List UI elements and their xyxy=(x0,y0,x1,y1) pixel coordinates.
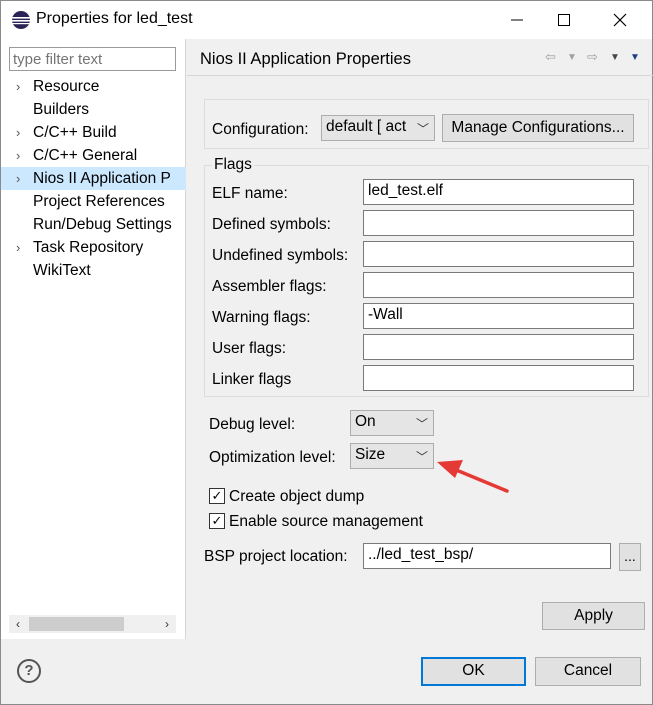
manage-configurations-button[interactable]: Manage Configurations... xyxy=(442,114,634,142)
window-title: Properties for led_test xyxy=(36,10,193,27)
expand-chevron-icon[interactable]: › xyxy=(16,121,28,144)
tree-item-nios-application[interactable]: › Nios II Application P xyxy=(1,167,186,190)
warning-flags-label: Warning flags: xyxy=(212,309,311,326)
bsp-location-label: BSP project location: xyxy=(204,548,348,565)
scroll-left-icon[interactable]: ‹ xyxy=(9,615,27,633)
expand-chevron-icon[interactable]: › xyxy=(16,236,28,259)
tree-item-label: C/C++ Build xyxy=(33,124,117,141)
tree-item-label: C/C++ General xyxy=(33,147,138,164)
debug-level-label: Debug level: xyxy=(209,416,296,433)
flags-group-title: Flags xyxy=(212,156,254,174)
minimize-icon xyxy=(511,19,523,21)
defined-symbols-label: Defined symbols: xyxy=(212,216,331,233)
minimize-button[interactable] xyxy=(494,1,540,39)
maximize-icon xyxy=(558,14,570,26)
back-arrow-icon[interactable]: ⇦ xyxy=(545,49,556,65)
scrollbar-thumb[interactable] xyxy=(29,617,124,631)
tree-item-wikitext[interactable]: WikiText xyxy=(1,259,186,282)
tree-item-label: Project References xyxy=(33,193,165,210)
defined-symbols-field[interactable] xyxy=(363,210,634,236)
user-flags-field[interactable] xyxy=(363,334,634,360)
enable-source-management-checkbox[interactable]: ✓ xyxy=(209,513,225,529)
properties-dialog: Properties for led_test › Resource Builde… xyxy=(0,0,653,705)
back-menu-chevron-icon[interactable]: ▼ xyxy=(567,52,577,63)
tree-item-label: WikiText xyxy=(33,262,91,279)
configuration-value: default [ act xyxy=(326,118,407,135)
optimization-level-value: Size xyxy=(355,446,386,463)
chevron-down-icon: ﹀ xyxy=(415,417,428,431)
optimization-level-select[interactable]: Size ﹀ xyxy=(350,443,434,469)
page-navigation: ⇦ ▼ ⇨ ▼ ▼ xyxy=(545,49,645,69)
properties-tree: › Resource Builders › C/C++ Build › C/C++ G… xyxy=(1,75,186,282)
expand-chevron-icon[interactable]: › xyxy=(16,144,28,167)
ok-button[interactable]: OK xyxy=(421,657,526,686)
check-icon: ✓ xyxy=(211,513,223,528)
check-icon: ✓ xyxy=(211,488,223,503)
tree-item-builders[interactable]: Builders xyxy=(1,98,186,121)
tree-item-project-references[interactable]: Project References xyxy=(1,190,186,213)
tree-item-label: Builders xyxy=(33,101,89,118)
tree-item-label: Run/Debug Settings xyxy=(33,216,172,233)
cancel-button[interactable]: Cancel xyxy=(535,657,641,686)
expand-chevron-icon[interactable]: › xyxy=(16,75,28,98)
debug-level-value: On xyxy=(355,413,376,430)
tree-item-label: Nios II Application P xyxy=(33,170,171,187)
tree-item-run-debug-settings[interactable]: Run/Debug Settings xyxy=(1,213,186,236)
user-flags-label: User flags: xyxy=(212,340,287,357)
undefined-symbols-field[interactable] xyxy=(363,241,634,267)
help-icon[interactable]: ? xyxy=(17,659,41,683)
tree-item-label: Task Repository xyxy=(33,239,144,256)
elf-name-label: ELF name: xyxy=(212,185,288,202)
view-menu-icon[interactable]: ▼ xyxy=(630,52,640,63)
tree-item-label: Resource xyxy=(33,78,100,95)
debug-level-select[interactable]: On ﹀ xyxy=(350,410,434,436)
chevron-down-icon: ﹀ xyxy=(415,450,428,464)
close-icon xyxy=(613,13,627,27)
configuration-select[interactable]: default [ act ﹀ xyxy=(321,115,435,141)
forward-arrow-icon[interactable]: ⇨ xyxy=(587,49,598,65)
navigation-pane: › Resource Builders › C/C++ Build › C/C++ G… xyxy=(1,39,186,639)
browse-button[interactable]: ... xyxy=(619,543,641,571)
optimization-level-label: Optimization level: xyxy=(209,449,336,466)
eclipse-app-icon xyxy=(12,11,30,29)
apply-button[interactable]: Apply xyxy=(542,602,645,630)
bsp-location-field[interactable]: ../led_test_bsp/ xyxy=(363,543,611,569)
chevron-down-icon: ﹀ xyxy=(416,122,429,136)
expand-chevron-icon[interactable]: › xyxy=(16,167,28,190)
title-bar: Properties for led_test xyxy=(1,1,652,39)
linker-flags-label: Linker flags xyxy=(212,371,292,388)
undefined-symbols-label: Undefined symbols: xyxy=(212,247,349,264)
tree-item-resource[interactable]: › Resource xyxy=(1,75,186,98)
header-divider xyxy=(187,75,653,76)
properties-page: Nios II Application Properties ⇦ ▼ ⇨ ▼ ▼… xyxy=(187,39,653,639)
create-object-dump-label: Create object dump xyxy=(229,488,365,505)
linker-flags-field[interactable] xyxy=(363,365,634,391)
create-object-dump-checkbox[interactable]: ✓ xyxy=(209,488,225,504)
elf-name-field[interactable]: led_test.elf xyxy=(363,179,634,205)
horizontal-scrollbar[interactable]: ‹ › xyxy=(9,615,176,633)
page-title: Nios II Application Properties xyxy=(200,50,411,68)
forward-menu-chevron-icon[interactable]: ▼ xyxy=(610,52,620,63)
tree-item-cpp-general[interactable]: › C/C++ General xyxy=(1,144,186,167)
tree-item-task-repository[interactable]: › Task Repository xyxy=(1,236,186,259)
scroll-right-icon[interactable]: › xyxy=(158,615,176,633)
close-button[interactable] xyxy=(597,1,643,39)
assembler-flags-label: Assembler flags: xyxy=(212,278,327,295)
filter-input[interactable] xyxy=(9,47,176,71)
maximize-button[interactable] xyxy=(541,1,587,39)
tree-item-cpp-build[interactable]: › C/C++ Build xyxy=(1,121,186,144)
enable-source-management-label: Enable source management xyxy=(229,513,423,530)
warning-flags-field[interactable]: -Wall xyxy=(363,303,634,329)
configuration-label: Configuration: xyxy=(212,121,309,138)
assembler-flags-field[interactable] xyxy=(363,272,634,298)
